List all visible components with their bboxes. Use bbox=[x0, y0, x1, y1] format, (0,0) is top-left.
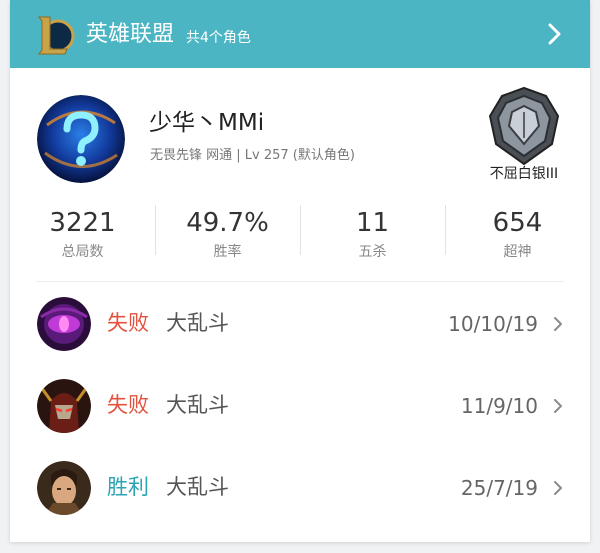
stat-total-games: 3221 总局数 bbox=[10, 205, 155, 263]
league-of-legends-logo-icon bbox=[38, 16, 75, 55]
profile-avatar[interactable] bbox=[37, 95, 125, 183]
stat-value: 49.7% bbox=[186, 208, 269, 238]
section-divider bbox=[36, 281, 564, 282]
chevron-right-icon[interactable] bbox=[552, 316, 564, 332]
match-result: 失败 bbox=[107, 393, 149, 417]
match-date: 25/7/19 bbox=[460, 476, 538, 500]
question-mark-orb-avatar-icon bbox=[37, 95, 125, 183]
stat-label: 超神 bbox=[503, 244, 532, 260]
game-header[interactable]: 英雄联盟 共4个角色 bbox=[10, 0, 590, 68]
stat-value: 11 bbox=[355, 208, 390, 238]
match-result: 胜利 bbox=[107, 475, 149, 499]
match-result: 失败 bbox=[107, 311, 149, 335]
stat-value: 3221 bbox=[49, 208, 116, 238]
match-mode: 大乱斗 bbox=[166, 311, 229, 335]
rank-label: 不屈白银III bbox=[489, 166, 559, 182]
chevron-right-icon[interactable] bbox=[544, 22, 564, 46]
match-row[interactable]: 胜利 大乱斗 25/7/19 bbox=[10, 447, 590, 529]
player-name: 少华丶MMi bbox=[149, 110, 265, 136]
match-row[interactable]: 失败 大乱斗 11/9/10 bbox=[10, 365, 590, 447]
game-account-card: 英雄联盟 共4个角色 少华丶MMi 无畏先锋 网通 | Lv 257 (默认角色… bbox=[10, 0, 590, 542]
player-server-level: 无畏先锋 网通 | Lv 257 (默认角色) bbox=[150, 148, 355, 163]
role-count: 共4个角色 bbox=[186, 30, 251, 46]
game-title: 英雄联盟 bbox=[86, 22, 175, 47]
stat-pentakills: 11 五杀 bbox=[300, 205, 445, 263]
stat-legendary: 654 超神 bbox=[445, 205, 590, 263]
match-date: 11/9/10 bbox=[460, 394, 538, 418]
stat-label: 胜率 bbox=[213, 244, 242, 260]
silver-rank-emblem-icon bbox=[488, 86, 560, 166]
chevron-right-icon[interactable] bbox=[552, 398, 564, 414]
stat-label: 五杀 bbox=[358, 244, 387, 260]
match-row[interactable]: 失败 大乱斗 10/10/19 bbox=[10, 283, 590, 365]
chevron-right-icon[interactable] bbox=[552, 480, 564, 496]
stat-label: 总局数 bbox=[61, 244, 104, 260]
match-mode: 大乱斗 bbox=[166, 393, 229, 417]
match-mode: 大乱斗 bbox=[166, 475, 229, 499]
match-date: 10/10/19 bbox=[448, 312, 538, 336]
purple-eye-champion-portrait-icon bbox=[37, 297, 91, 351]
stat-value: 654 bbox=[492, 208, 543, 238]
stat-win-rate: 49.7% 胜率 bbox=[155, 205, 300, 263]
warrior-champion-portrait-icon bbox=[37, 461, 91, 515]
red-masked-champion-portrait-icon bbox=[37, 379, 91, 433]
